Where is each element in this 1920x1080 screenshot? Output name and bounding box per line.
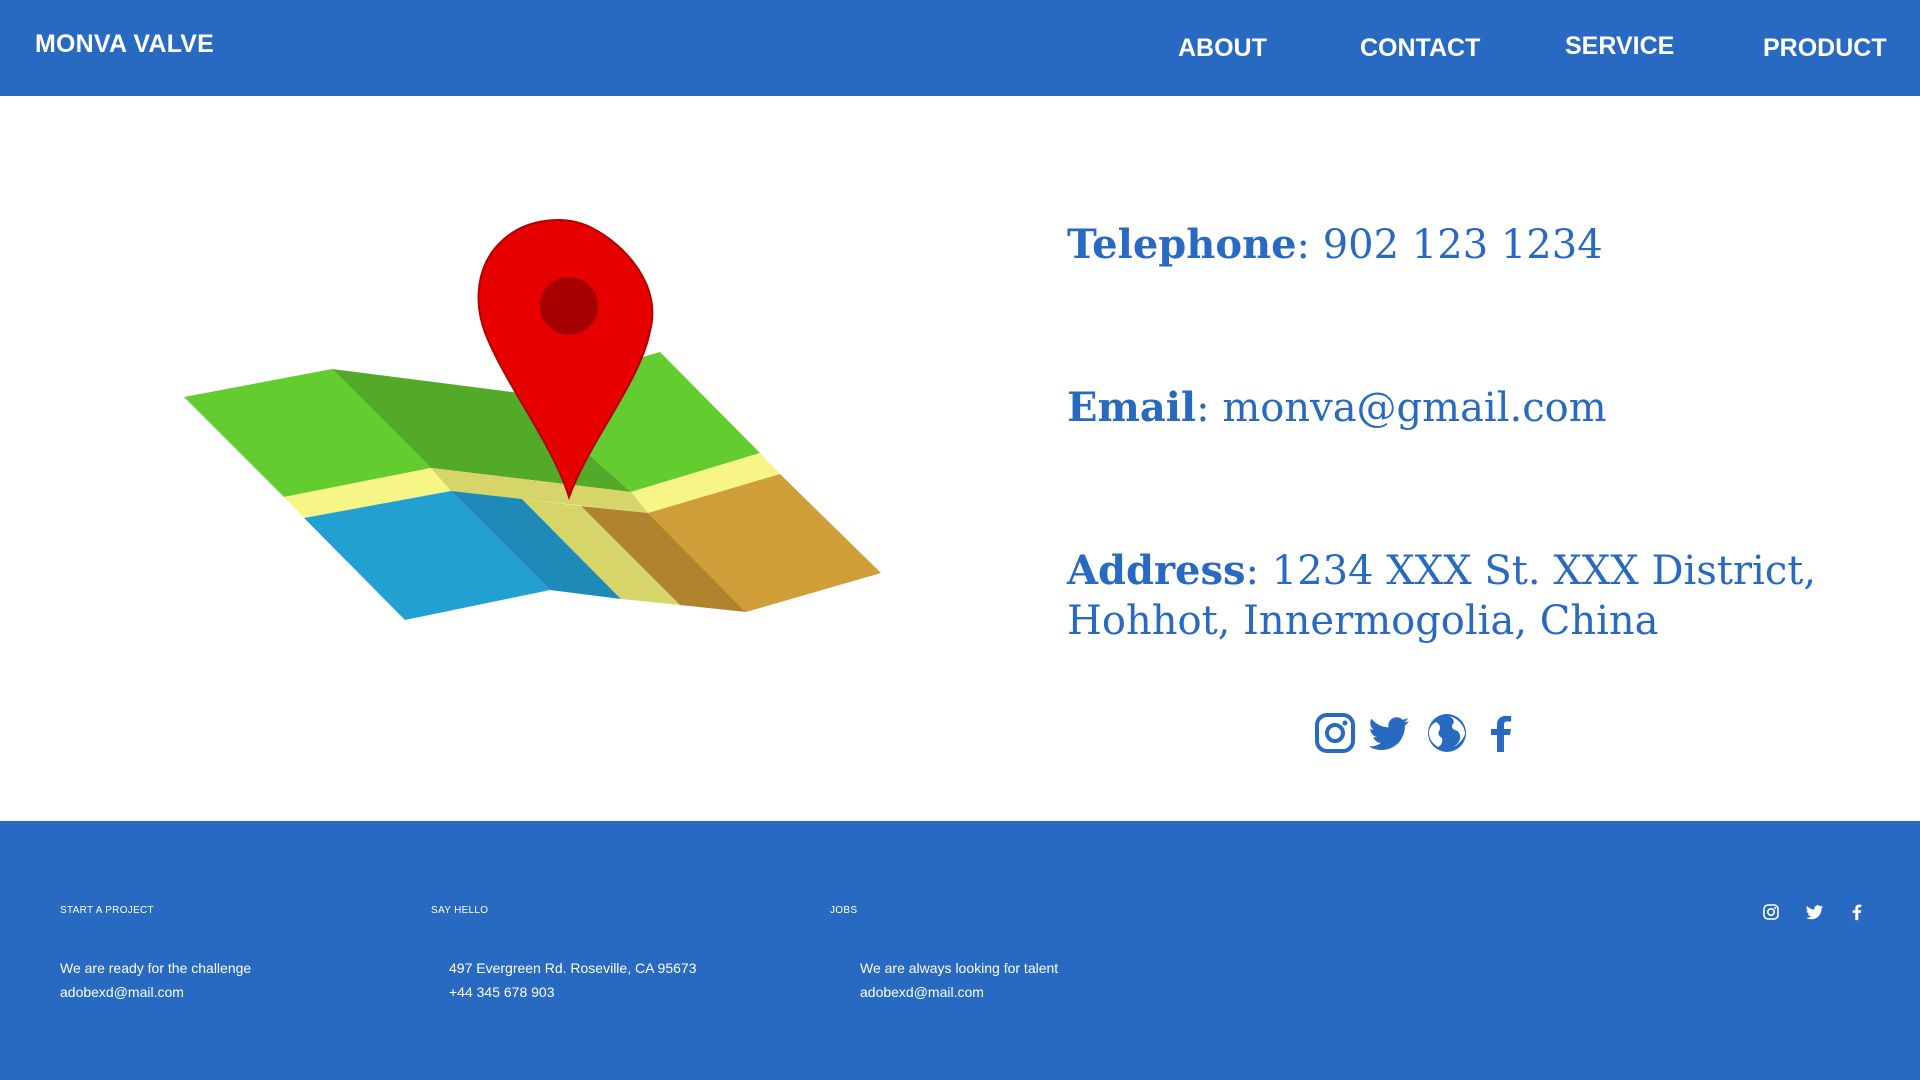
- map-location-illustration: [184, 219, 881, 620]
- address-label: Address: [1067, 547, 1246, 594]
- nav-product-link[interactable]: PRODUCT: [1763, 34, 1887, 63]
- footer-email-link[interactable]: adobexd@mail.com: [860, 984, 984, 1000]
- nav-service-link[interactable]: SERVICE: [1565, 32, 1674, 61]
- address-line-1: 1234 XXX St. XXX District,: [1271, 548, 1817, 594]
- facebook-icon[interactable]: [1480, 712, 1522, 754]
- footer-email-link[interactable]: adobexd@mail.com: [60, 984, 184, 1000]
- brand-logo-text[interactable]: MONVA VALVE: [35, 30, 214, 59]
- footer-heading-jobs: JOBS: [830, 905, 858, 916]
- twitter-icon[interactable]: [1806, 903, 1824, 921]
- twitter-icon[interactable]: [1369, 712, 1411, 754]
- email-line: Email: monva@gmail.com: [1067, 384, 1607, 431]
- footer-phone[interactable]: +44 345 678 903: [449, 984, 555, 1000]
- instagram-icon[interactable]: [1762, 903, 1780, 921]
- footer-text: We are always looking for talent: [860, 960, 1059, 976]
- telephone-line: Telephone: 902 123 1234: [1067, 221, 1603, 268]
- telephone-label: Telephone: [1067, 221, 1297, 268]
- instagram-icon[interactable]: [1314, 712, 1356, 754]
- telephone-value[interactable]: 902 123 1234: [1323, 222, 1603, 268]
- globe-icon[interactable]: [1426, 712, 1468, 754]
- nav-contact-link[interactable]: CONTACT: [1360, 34, 1480, 63]
- footer-heading-start-project: START A PROJECT: [60, 905, 154, 916]
- social-icons-row: [1314, 712, 1524, 756]
- nav-about-link[interactable]: ABOUT: [1178, 34, 1267, 63]
- facebook-icon[interactable]: [1848, 903, 1866, 921]
- address-line-2: Hohhot, Innermogolia, China: [1067, 598, 1659, 644]
- email-label: Email: [1067, 384, 1197, 431]
- address-line: Address: 1234 XXX St. XXX District, Hohh…: [1067, 547, 1817, 644]
- top-navigation-bar: MONVA VALVE ABOUT CONTACT SERVICE PRODUC…: [0, 0, 1920, 96]
- email-value[interactable]: monva@gmail.com: [1222, 385, 1606, 431]
- site-footer: START A PROJECT We are ready for the cha…: [0, 821, 1920, 1080]
- footer-text: We are ready for the challenge: [60, 960, 252, 976]
- footer-heading-say-hello: SAY HELLO: [431, 905, 489, 916]
- footer-address: 497 Evergreen Rd. Roseville, CA 95673: [449, 960, 697, 976]
